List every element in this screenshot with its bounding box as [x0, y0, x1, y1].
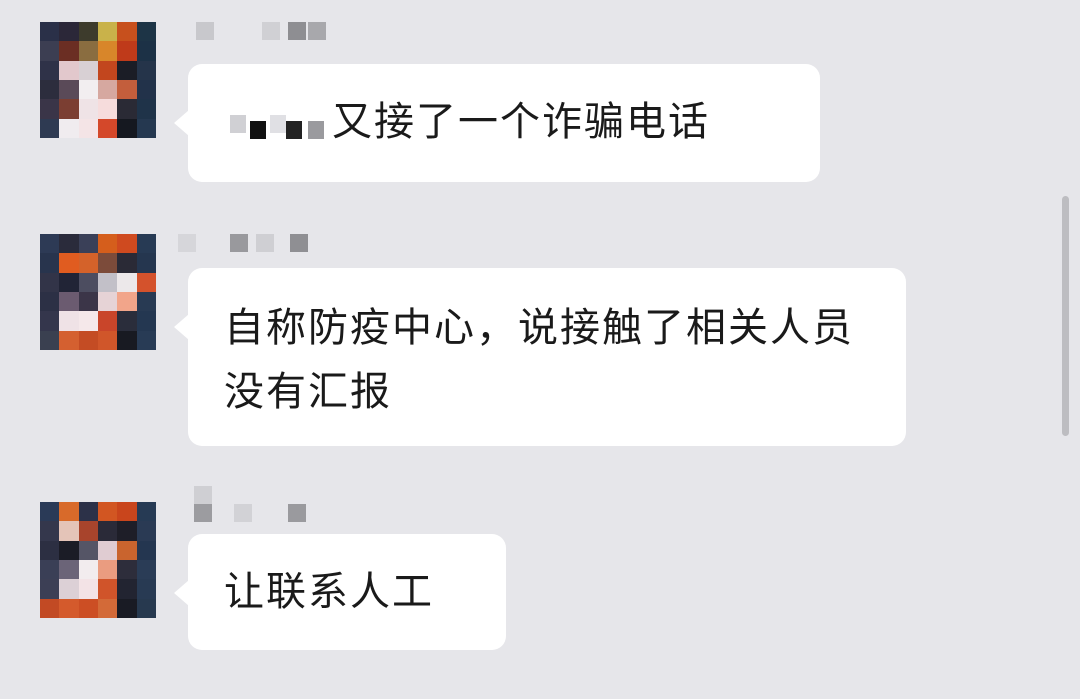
avatar-pixel — [136, 579, 156, 599]
avatar-pixel — [117, 560, 137, 580]
avatar-pixel — [78, 540, 98, 560]
avatar-pixel — [40, 521, 60, 541]
avatar-pixel — [117, 598, 137, 618]
pixelated-name-block — [234, 504, 252, 522]
avatar-pixel — [40, 502, 60, 522]
avatar-pixel — [136, 521, 156, 541]
pixelated-name-block — [194, 504, 212, 522]
avatar-pixel — [136, 598, 156, 618]
avatar[interactable] — [40, 502, 156, 618]
avatar-pixel — [117, 502, 137, 522]
avatar-pixel — [59, 579, 79, 599]
avatar-pixel — [98, 521, 118, 541]
avatar-pixel — [98, 502, 118, 522]
message-item: 让联系人工 — [0, 0, 1060, 699]
avatar-pixel — [59, 540, 79, 560]
avatar-pixel — [78, 502, 98, 522]
avatar-pixel — [59, 598, 79, 618]
avatar-pixel — [117, 540, 137, 560]
sender-name — [178, 486, 338, 522]
avatar-pixel — [40, 560, 60, 580]
avatar-pixel — [40, 540, 60, 560]
message-bubble[interactable]: 让联系人工 — [174, 534, 506, 650]
avatar-pixel — [59, 560, 79, 580]
chat-window: 又接了一个诈骗电话 自称防疫中心，说接触了相关人员没有汇报 让联系人工 — [0, 0, 1080, 699]
avatar-pixel — [40, 579, 60, 599]
avatar-pixel — [59, 502, 79, 522]
avatar-pixel — [78, 560, 98, 580]
pixelated-name-block — [288, 504, 306, 522]
avatar-pixel — [136, 540, 156, 560]
avatar-pixel — [78, 598, 98, 618]
avatar-pixel — [78, 521, 98, 541]
message-text: 让联系人工 — [224, 569, 434, 615]
avatar-pixel — [78, 579, 98, 599]
avatar-pixel — [117, 579, 137, 599]
avatar-pixel — [136, 560, 156, 580]
avatar-pixel — [98, 540, 118, 560]
scrollbar[interactable] — [1062, 196, 1069, 436]
avatar-pixel — [98, 560, 118, 580]
avatar-pixel — [117, 521, 137, 541]
pixelated-name-block — [194, 486, 212, 504]
avatar-pixel — [98, 579, 118, 599]
avatar-pixel — [59, 521, 79, 541]
avatar-pixel — [136, 502, 156, 522]
avatar-pixel — [98, 598, 118, 618]
avatar-pixel — [40, 598, 60, 618]
